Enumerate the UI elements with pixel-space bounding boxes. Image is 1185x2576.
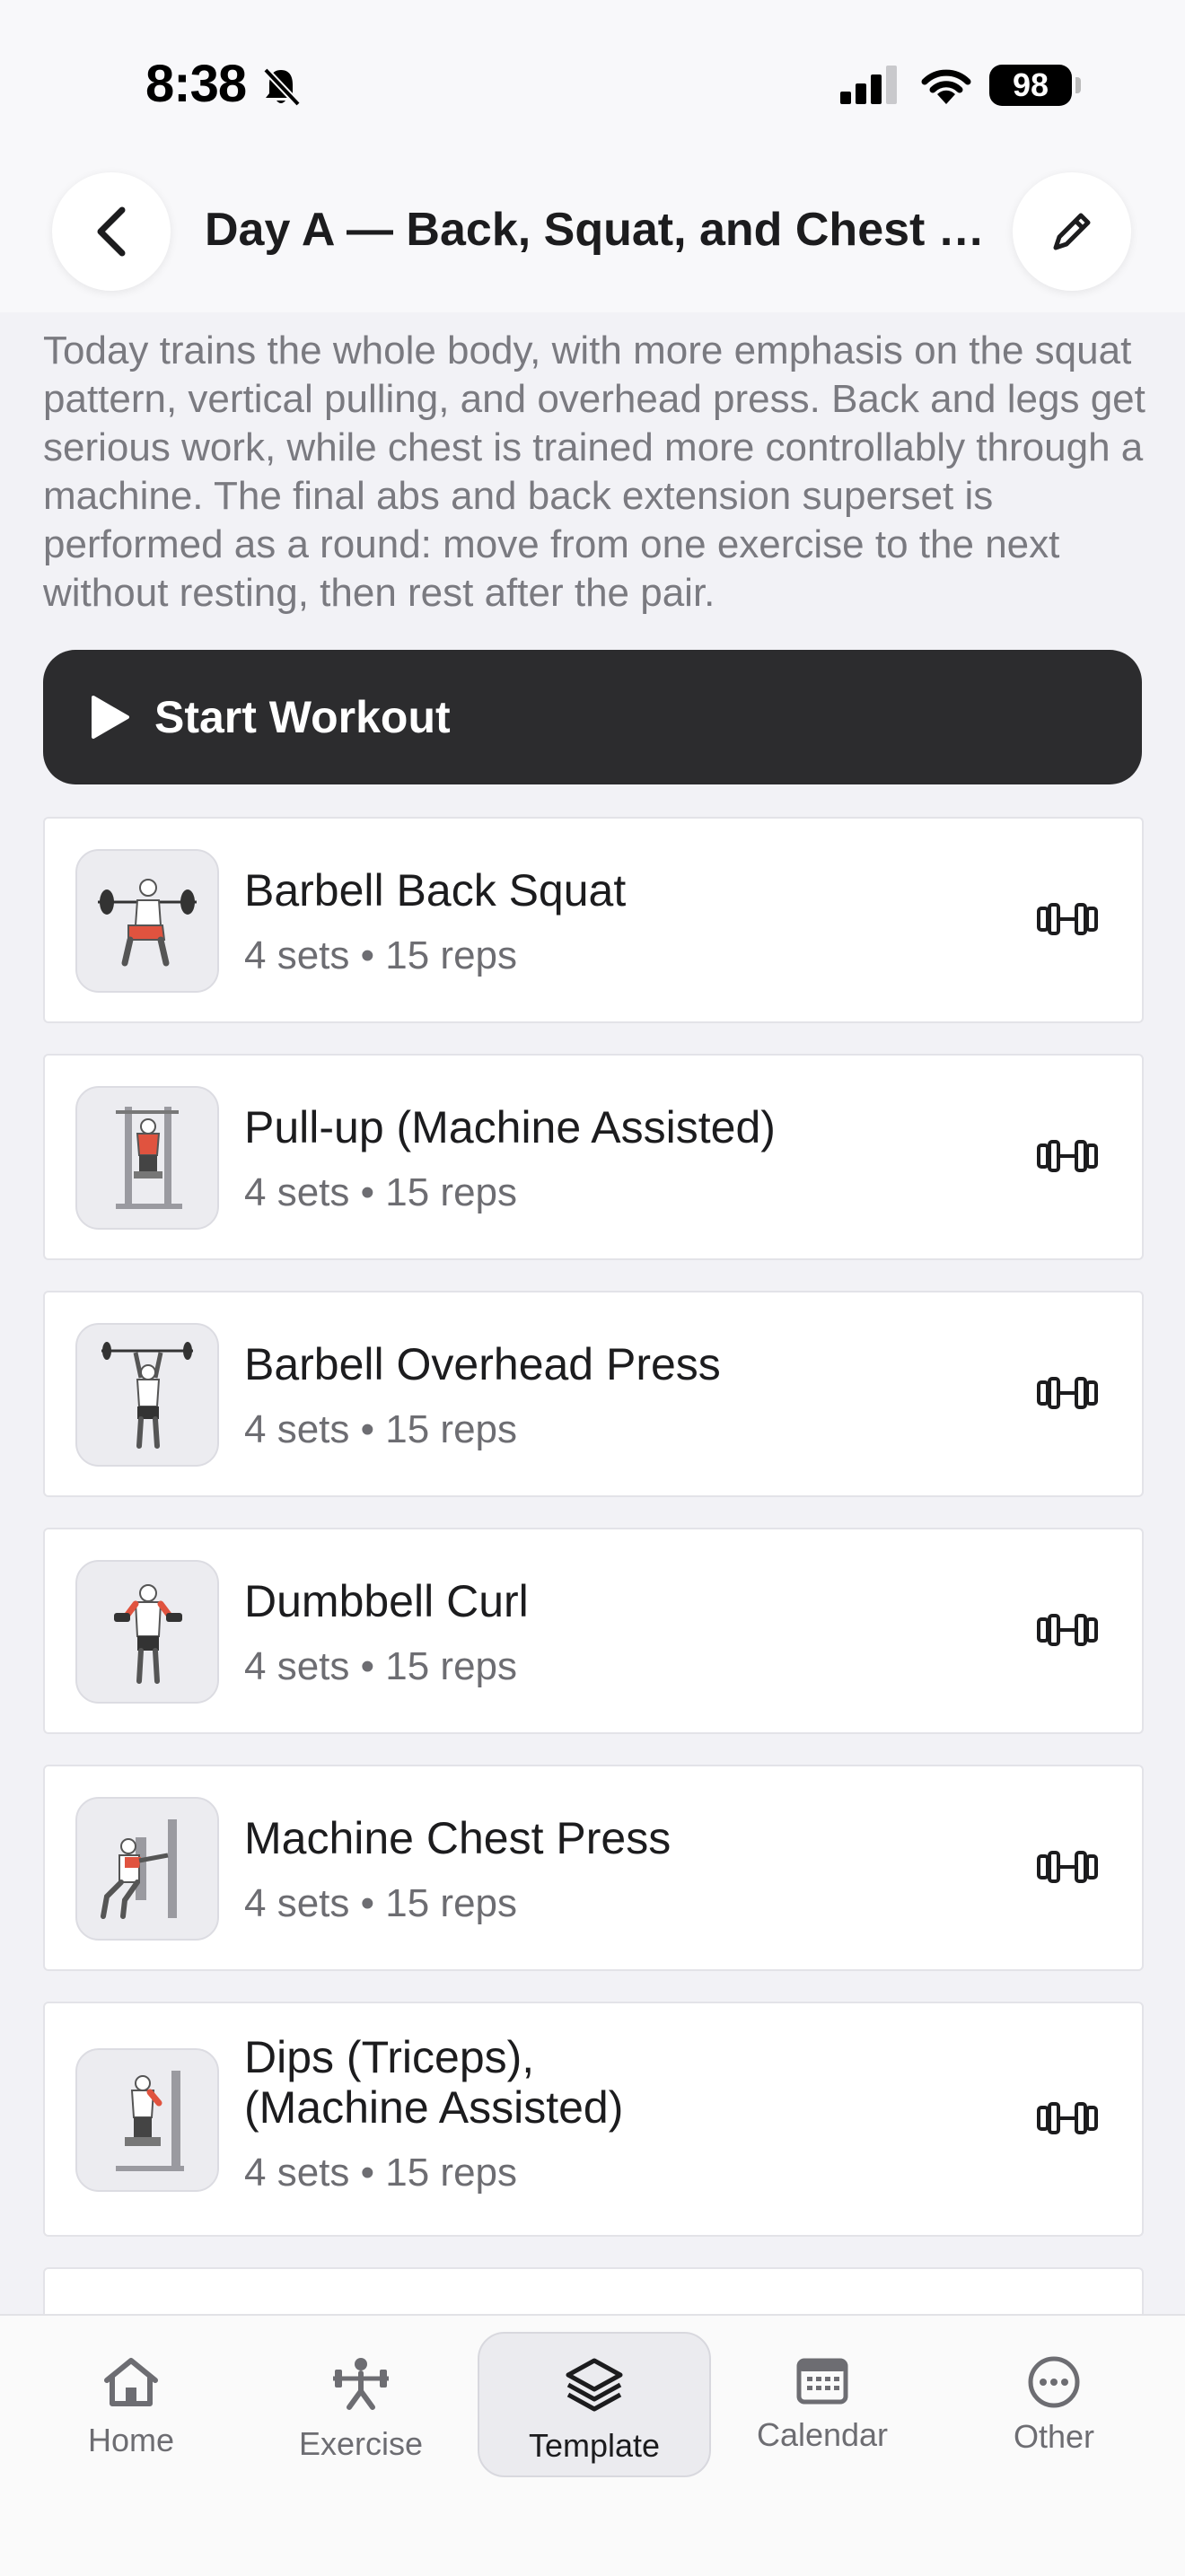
exercise-name: Dips (Triceps), (Machine Assisted) (244, 2032, 624, 2133)
tab-label: Exercise (298, 2425, 424, 2462)
layers-icon (566, 2358, 623, 2412)
dumbbell-icon[interactable] (1036, 1375, 1099, 1411)
page-title: Day A — Back, Squat, and Chest S... (205, 204, 995, 256)
more-icon (1028, 2356, 1080, 2408)
exercise-card[interactable]: Barbell Back Squat 4 sets • 15 reps (43, 817, 1144, 1023)
exercise-card[interactable]: Dips (Triceps), (Machine Assisted) 4 sets… (43, 2002, 1144, 2237)
exercise-name: Barbell Overhead Press (244, 1339, 721, 1389)
pullup-machine-illustration-icon (116, 1107, 182, 1209)
overhead-press-illustration-icon (101, 1342, 193, 1449)
exercise-icon (333, 2358, 389, 2410)
exercise-name: Barbell Back Squat (244, 865, 627, 916)
dumbbell-icon[interactable] (1036, 2100, 1099, 2136)
start-workout-button[interactable]: Start Workout (43, 650, 1142, 784)
dumbbell-icon[interactable] (1036, 1612, 1099, 1648)
template-description: Today trains the whole body, with more e… (43, 329, 1146, 615)
exercise-meta: 4 sets • 15 reps (244, 1407, 518, 1451)
dumbbell-icon[interactable] (1036, 901, 1099, 937)
tab-label: Calendar (756, 2416, 889, 2453)
back-button[interactable] (52, 172, 171, 291)
start-workout-label: Start Workout (154, 692, 451, 742)
tab-label: Home (87, 2422, 175, 2458)
exercise-meta: 4 sets • 15 reps (244, 1644, 518, 1688)
edit-button[interactable] (1013, 172, 1131, 291)
calendar-icon (796, 2358, 848, 2405)
exercise-card[interactable]: Pull-up (Machine Assisted) 4 sets • 15 r… (43, 1054, 1144, 1260)
exercise-thumbnail (75, 849, 219, 993)
exercise-thumbnail (75, 1797, 219, 1941)
tab-exercise[interactable]: Exercise (246, 2332, 476, 2474)
pencil-icon (1053, 213, 1091, 250)
tab-bar: Home Exercise Template Calendar Other (0, 2314, 1185, 2576)
exercise-meta: 4 sets • 15 reps (244, 1170, 518, 1214)
wifi-icon (921, 69, 971, 104)
tab-label: Template (528, 2427, 661, 2464)
battery-indicator: 98 (989, 65, 1072, 106)
cellular-signal-icon (840, 66, 897, 104)
chest-press-machine-illustration-icon (101, 1819, 177, 1919)
exercise-thumbnail (75, 1560, 219, 1704)
dumbbell-icon[interactable] (1036, 1138, 1099, 1174)
tab-other[interactable]: Other (939, 2332, 1169, 2474)
exercise-card[interactable]: Machine Chest Press 4 sets • 15 reps (43, 1765, 1144, 1971)
play-icon (92, 696, 129, 739)
nav-header: Day A — Back, Squat, and Chest S... (0, 162, 1185, 312)
battery-tip (1075, 77, 1081, 93)
dips-machine-illustration-icon (116, 2071, 184, 2171)
exercise-card[interactable]: Barbell Overhead Press 4 sets • 15 reps (43, 1291, 1144, 1497)
home-icon (104, 2358, 158, 2406)
exercise-card[interactable]: Dumbbell Curl 4 sets • 15 reps (43, 1528, 1144, 1734)
bell-slash-icon (263, 67, 301, 107)
status-time: 8:38 (145, 55, 247, 113)
tab-calendar[interactable]: Calendar (707, 2332, 937, 2474)
chevron-left-icon (97, 206, 126, 257)
exercise-meta: 4 sets • 15 reps (244, 933, 518, 977)
exercise-name: Pull-up (Machine Assisted) (244, 1102, 776, 1152)
dumbbell-icon[interactable] (1036, 1849, 1099, 1885)
exercise-name: Dumbbell Curl (244, 1576, 529, 1626)
exercise-thumbnail (75, 1086, 219, 1230)
exercise-thumbnail (75, 2048, 219, 2192)
tab-template[interactable]: Template (478, 2332, 711, 2477)
dumbbell-curl-illustration-icon (114, 1584, 182, 1684)
exercise-meta: 4 sets • 15 reps (244, 1881, 518, 1925)
tab-label: Other (1013, 2418, 1095, 2455)
status-bar: 8:38 98 (0, 0, 1185, 162)
tab-home[interactable]: Home (16, 2332, 246, 2474)
exercise-thumbnail (75, 1323, 219, 1467)
exercise-name: Machine Chest Press (244, 1813, 672, 1863)
squat-illustration-icon (98, 879, 197, 967)
exercise-meta: 4 sets • 15 reps (244, 2151, 518, 2195)
